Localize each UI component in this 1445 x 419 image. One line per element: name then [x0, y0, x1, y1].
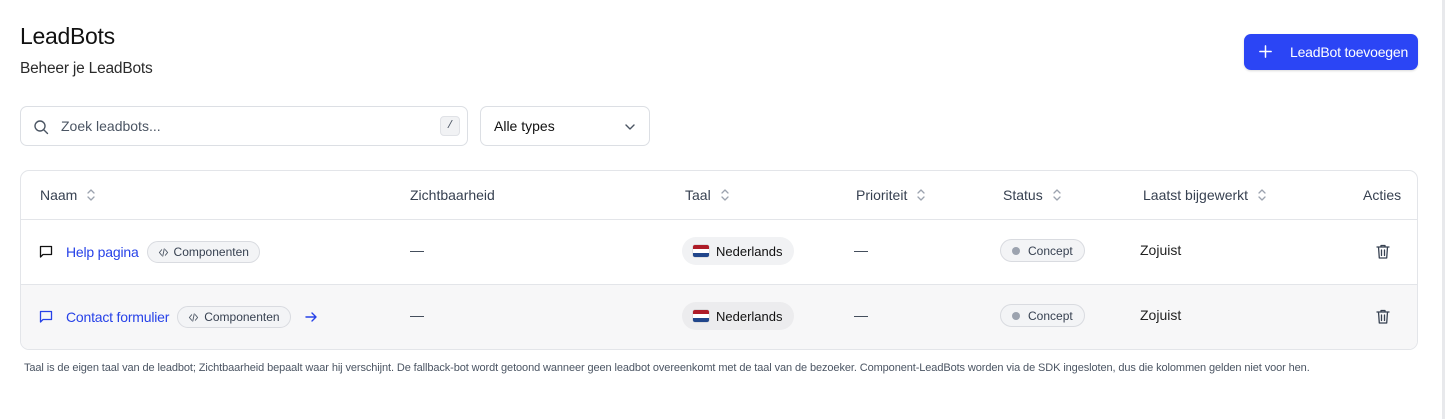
sort-icon	[87, 189, 96, 201]
add-leadbot-button[interactable]: LeadBot toevoegen	[1244, 34, 1418, 70]
status-label: Concept	[1028, 308, 1073, 323]
column-header-actions: Acties	[1363, 187, 1401, 203]
updated-value: Zojuist	[1140, 307, 1182, 323]
column-header-name[interactable]: Naam	[40, 187, 97, 203]
leadbot-name-link[interactable]: Help pagina	[66, 244, 139, 260]
component-badge-label: Componenten	[204, 310, 280, 324]
column-header-visibility-label: Zichtbaarheid	[410, 187, 495, 203]
search-shortcut-key: /	[440, 116, 460, 136]
search-icon	[34, 120, 49, 135]
column-header-actions-label: Acties	[1363, 187, 1402, 203]
type-select-value: Alle types	[494, 118, 555, 134]
name-cell: Help pagina Componenten	[38, 241, 260, 263]
sort-icon	[721, 189, 729, 201]
sort-icon	[1053, 189, 1061, 201]
language-label: Nederlands	[716, 308, 783, 324]
component-badge: Componenten	[177, 306, 291, 328]
column-header-status[interactable]: Status	[1003, 187, 1063, 203]
plus-icon	[1259, 45, 1272, 58]
code-icon	[189, 312, 199, 322]
column-header-priority[interactable]: Prioriteit	[856, 187, 927, 203]
column-header-updated-label: Laatst bijgewerkt	[1143, 187, 1249, 203]
status-dot-icon	[1012, 246, 1020, 255]
trash-icon[interactable]	[1375, 308, 1391, 325]
table-header: Naam Zichtbaarheid Taal Prioriteit Statu…	[21, 171, 1417, 220]
column-header-visibility: Zichtbaarheid	[410, 187, 495, 203]
sort-icon	[917, 189, 926, 201]
status-label: Concept	[1028, 243, 1073, 258]
component-badge: Componenten	[146, 241, 260, 263]
code-icon	[158, 247, 168, 257]
status-badge: Concept	[1000, 239, 1085, 262]
column-header-language-label: Taal	[685, 187, 711, 203]
trash-icon[interactable]	[1375, 243, 1391, 260]
flag-nl-icon	[693, 310, 709, 322]
flag-nl-icon	[693, 245, 709, 257]
arrow-right-icon[interactable]	[304, 310, 318, 324]
language-pill: Nederlands	[682, 302, 794, 330]
status-badge: Concept	[1000, 304, 1085, 327]
table-footnote: Taal is de eigen taal van de leadbot; Zi…	[24, 362, 1310, 374]
column-header-status-label: Status	[1003, 187, 1043, 203]
add-leadbot-label: LeadBot toevoegen	[1290, 44, 1409, 60]
priority-value: —	[854, 307, 868, 323]
updated-value: Zojuist	[1140, 242, 1182, 258]
column-header-priority-label: Prioriteit	[856, 187, 908, 203]
chat-bubble-icon	[39, 310, 53, 323]
leadbots-table: Naam Zichtbaarheid Taal Prioriteit Statu…	[20, 170, 1418, 350]
column-header-name-label: Naam	[40, 187, 78, 203]
page-title: LeadBots	[20, 23, 115, 49]
column-header-language[interactable]: Taal	[685, 187, 731, 203]
search-input[interactable]	[61, 115, 441, 137]
language-pill: Nederlands	[682, 237, 794, 265]
visibility-value: —	[410, 307, 424, 323]
page-subtitle: Beheer je LeadBots	[20, 60, 153, 77]
type-select[interactable]: Alle types	[480, 106, 650, 146]
column-header-updated[interactable]: Laatst bijgewerkt	[1143, 187, 1268, 203]
sort-icon	[1258, 189, 1266, 201]
table-row: Contact formulier Componenten — Nederlan…	[21, 285, 1417, 349]
chat-bubble-icon	[39, 245, 53, 258]
table-row: Help pagina Componenten — Nederlands — C…	[21, 220, 1417, 285]
chevron-down-icon	[625, 124, 635, 130]
visibility-value: —	[410, 242, 424, 258]
component-badge-label: Componenten	[173, 245, 249, 259]
status-dot-icon	[1012, 311, 1020, 320]
priority-value: —	[854, 242, 868, 258]
language-label: Nederlands	[716, 243, 783, 259]
search-box	[20, 106, 468, 146]
name-cell: Contact formulier Componenten	[38, 306, 318, 328]
leadbot-name-link[interactable]: Contact formulier	[66, 309, 169, 325]
